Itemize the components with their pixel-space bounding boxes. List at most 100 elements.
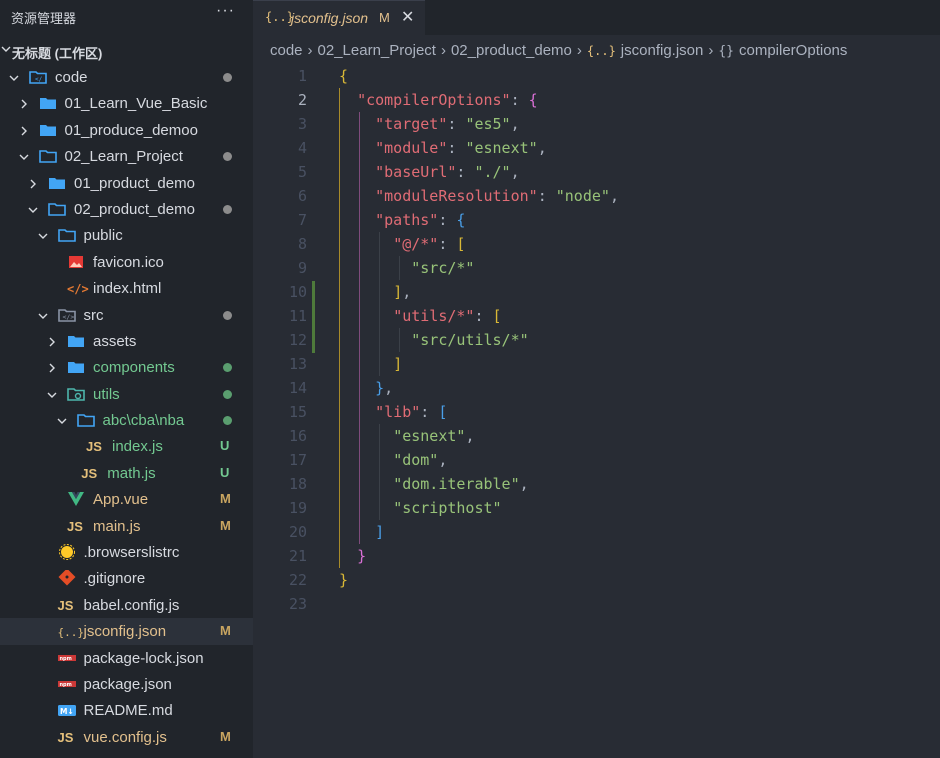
tree-item[interactable]: JS babel.config.js — [0, 592, 253, 618]
git-status-badge: M — [220, 728, 231, 744]
code-line[interactable]: 22} — [253, 568, 940, 592]
chevron-right-icon: › — [307, 42, 313, 59]
code-line[interactable]: 8 "@/*": [ — [253, 232, 940, 256]
tree-item[interactable]: utils — [0, 381, 253, 407]
tree-item[interactable]: JS math.js U — [0, 460, 253, 486]
code-line[interactable]: 3 "target": "es5", — [253, 112, 940, 136]
code-line[interactable]: 2 "compilerOptions": { — [253, 88, 940, 112]
code-line[interactable]: 10 ], — [253, 280, 940, 304]
tree-item[interactable]: .browserslistrc — [0, 539, 253, 565]
modified-badge: M — [379, 10, 390, 25]
workspace-header[interactable]: 无标题 (工作区) — [0, 38, 253, 62]
code-line[interactable]: 19 "scripthost" — [253, 496, 940, 520]
vue-icon — [67, 491, 85, 507]
code-line[interactable]: 18 "dom.iterable", — [253, 472, 940, 496]
tree-item[interactable]: M↓ README.md — [0, 697, 253, 723]
tree-item[interactable]: 02_product_demo — [0, 196, 253, 222]
json-icon: {..} — [265, 10, 294, 24]
status-dot — [223, 204, 232, 214]
more-actions-icon[interactable]: ··· — [216, 2, 236, 26]
breadcrumb-item[interactable]: code — [270, 42, 303, 59]
tree-item[interactable]: .gitignore — [0, 565, 253, 591]
tree-item[interactable]: abc\cba\nba — [0, 407, 253, 433]
chevron-down-icon[interactable] — [8, 71, 20, 83]
tree-item[interactable]: JS vue.config.js M — [0, 724, 253, 750]
tree-item[interactable]: components — [0, 354, 253, 380]
tree-item[interactable]: assets — [0, 328, 253, 354]
code-line[interactable]: 20 ] — [253, 520, 940, 544]
tab-jsconfig[interactable]: {..} jsconfig.json M ✕ — [253, 0, 425, 36]
tree-item-label: .browserslistrc — [83, 544, 180, 562]
code-line[interactable]: 5 "baseUrl": "./", — [253, 160, 940, 184]
breadcrumb-item[interactable]: 02_Learn_Project — [318, 42, 436, 59]
code-line[interactable]: 12 "src/utils/*" — [253, 328, 940, 352]
code-line[interactable]: 7 "paths": { — [253, 208, 940, 232]
code-text: "dom", — [393, 451, 448, 469]
code-line[interactable]: 9 "src/*" — [253, 256, 940, 280]
tree-item[interactable]: JS index.js U — [0, 433, 253, 459]
code-line[interactable]: 4 "module": "esnext", — [253, 136, 940, 160]
code-line[interactable]: 1{ — [253, 64, 940, 88]
code-line[interactable]: 15 "lib": [ — [253, 400, 940, 424]
tree-item[interactable]: npm package-lock.json — [0, 645, 253, 671]
git-status-badge: M — [220, 491, 231, 507]
code-line[interactable]: 13 ] — [253, 352, 940, 376]
tree-item[interactable]: 01_Learn_Vue_Basic — [0, 90, 253, 116]
code-line[interactable]: 11 "utils/*": [ — [253, 304, 940, 328]
tree-item-label: abc\cba\nba — [102, 412, 185, 430]
tree-item[interactable]: 01_product_demo — [0, 170, 253, 196]
git-icon — [58, 568, 76, 586]
close-icon[interactable]: ✕ — [401, 7, 414, 27]
tree-item-label: index.html — [93, 280, 162, 298]
breadcrumb-file[interactable]: jsconfig.json — [621, 42, 704, 59]
code-line[interactable]: 17 "dom", — [253, 448, 940, 472]
tree-item[interactable]: </ code — [0, 64, 253, 90]
chevron-down-icon[interactable] — [37, 229, 49, 241]
code-text: ] — [375, 523, 385, 541]
explorer-sidebar: 资源管理器 ··· 无标题 (工作区) </ code 01_Learn_Vue_B… — [0, 0, 253, 758]
folder-utils-icon — [67, 386, 85, 402]
tree-item[interactable]: public — [0, 222, 253, 248]
breadcrumb-symbol[interactable]: compilerOptions — [739, 42, 847, 59]
breadcrumb-item[interactable]: 02_product_demo — [451, 42, 572, 59]
tree-item[interactable]: </> index.html — [0, 275, 253, 301]
code-line[interactable]: 16 "esnext", — [253, 424, 940, 448]
line-number: 18 — [288, 475, 307, 493]
line-number: 20 — [288, 523, 307, 541]
code-editor[interactable]: 1{2 "compilerOptions": {3 "target": "es5… — [253, 64, 940, 616]
chevron-right-icon[interactable] — [46, 361, 58, 373]
tree-item-label: 01_product_demo — [74, 174, 195, 192]
folder-icon — [48, 175, 66, 191]
tree-item[interactable]: </> src — [0, 302, 253, 328]
tree-item[interactable]: App.vue M — [0, 486, 253, 512]
tab-label: jsconfig.json — [291, 10, 369, 26]
svg-text:npm: npm — [59, 656, 71, 662]
code-line[interactable]: 23 — [253, 592, 940, 616]
chevron-down-icon[interactable] — [56, 414, 68, 426]
line-number: 14 — [288, 379, 307, 397]
chevron-down-icon[interactable] — [46, 388, 58, 400]
tree-item[interactable]: favicon.ico — [0, 249, 253, 275]
tree-item[interactable]: JS main.js M — [0, 513, 253, 539]
chevron-right-icon[interactable] — [27, 177, 39, 189]
chevron-down-icon[interactable] — [27, 203, 39, 215]
tree-item[interactable]: 02_Learn_Project — [0, 143, 253, 169]
tree-item-label: README.md — [83, 702, 173, 720]
json-icon: {..} — [57, 626, 85, 640]
tree-item-label: main.js — [93, 517, 141, 535]
code-line[interactable]: 21 } — [253, 544, 940, 568]
chevron-down-icon[interactable] — [37, 309, 49, 321]
chevron-right-icon[interactable] — [18, 124, 30, 136]
chevron-right-icon[interactable] — [18, 97, 30, 109]
code-line[interactable]: 6 "moduleResolution": "node", — [253, 184, 940, 208]
tab-bar: {..} jsconfig.json M ✕ — [253, 0, 940, 36]
code-line[interactable]: 14 }, — [253, 376, 940, 400]
indent-guide — [359, 112, 360, 544]
tree-item[interactable]: 01_produce_demoo — [0, 117, 253, 143]
tree-item[interactable]: {..} jsconfig.json M — [0, 618, 253, 645]
chevron-right-icon[interactable] — [46, 335, 58, 347]
tree-item[interactable]: npm package.json — [0, 671, 253, 697]
chevron-down-icon[interactable] — [18, 150, 30, 162]
tree-item-label: code — [55, 69, 88, 86]
line-number: 11 — [288, 307, 307, 325]
